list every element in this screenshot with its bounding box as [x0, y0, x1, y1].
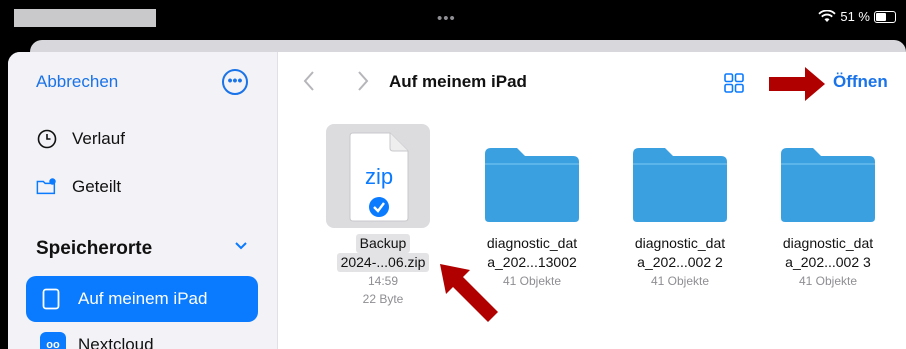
- file-browser: Auf meinem iPad Öffnen zip Backup 2024-.…: [278, 52, 906, 349]
- status-bar: ••• 51 %: [0, 0, 906, 36]
- shared-folder-icon: [36, 176, 58, 198]
- file-name: Backup 2024-...06.zip: [300, 234, 440, 272]
- file-time: 14:59: [367, 274, 399, 288]
- file-tile-zip[interactable]: zip Backup 2024-...06.zip 14:59 22 Byte: [300, 124, 440, 308]
- sidebar-item-on-my-ipad[interactable]: Auf meinem iPad: [26, 276, 258, 322]
- annotation-arrow-icon: [769, 67, 825, 101]
- file-size: 22 Byte: [362, 292, 404, 306]
- folder-tile[interactable]: diagnostic_dat a_202...002 2 41 Objekte: [610, 124, 750, 290]
- battery-percent: 51 %: [840, 9, 870, 24]
- folder-icon: [781, 148, 875, 222]
- folder-item-count: 41 Objekte: [798, 274, 858, 288]
- folder-thumbnail: [758, 124, 898, 230]
- locations-heading[interactable]: Speicherorte: [36, 238, 152, 260]
- file-thumbnail: zip: [300, 124, 440, 230]
- folder-thumbnail: [610, 124, 750, 230]
- sidebar-item-nextcloud[interactable]: oo Nextcloud: [26, 332, 154, 349]
- chevron-right-icon[interactable]: [356, 70, 370, 92]
- file-picker-sheet: Abbrechen ••• Verlauf Geteilt Speicheror…: [8, 52, 906, 349]
- multitasking-dots[interactable]: •••: [437, 10, 456, 27]
- folder-thumbnail: [462, 124, 602, 230]
- cancel-button[interactable]: Abbrechen: [36, 72, 118, 92]
- chevron-down-icon[interactable]: [234, 238, 248, 252]
- redacted-status-area: [14, 9, 156, 27]
- sidebar-item-label: Nextcloud: [78, 335, 154, 349]
- sidebar-item-recents[interactable]: Verlauf: [36, 128, 125, 150]
- folder-name: diagnostic_dat a_202...002 2: [634, 235, 726, 270]
- open-button[interactable]: Öffnen: [833, 72, 888, 92]
- folder-icon: [485, 148, 579, 222]
- sidebar-item-label: Geteilt: [72, 177, 122, 196]
- sidebar-item-label: Verlauf: [72, 129, 125, 148]
- folder-tile[interactable]: diagnostic_dat a_202...002 3 41 Objekte: [758, 124, 898, 290]
- wifi-icon: [818, 10, 836, 22]
- folder-item-count: 41 Objekte: [650, 274, 710, 288]
- page-title: Auf meinem iPad: [389, 72, 527, 91]
- folder-name: diagnostic_dat a_202...002 3: [782, 235, 874, 270]
- folder-icon: [633, 148, 727, 222]
- clock-icon: [36, 128, 58, 150]
- ipad-icon: [42, 288, 60, 310]
- sidebar-item-shared[interactable]: Geteilt: [36, 176, 121, 198]
- ellipsis-circle-icon[interactable]: •••: [222, 69, 248, 95]
- sidebar-item-label: Auf meinem iPad: [78, 289, 208, 308]
- zip-badge: zip: [364, 164, 394, 189]
- annotation-arrow-icon: [440, 264, 498, 322]
- nextcloud-icon: oo: [40, 332, 66, 349]
- chevron-left-icon[interactable]: [302, 70, 316, 92]
- grid-icon[interactable]: [724, 73, 744, 93]
- sidebar: Abbrechen ••• Verlauf Geteilt Speicheror…: [8, 52, 278, 349]
- battery-icon: [874, 10, 896, 23]
- status-right: 51 %: [818, 9, 896, 24]
